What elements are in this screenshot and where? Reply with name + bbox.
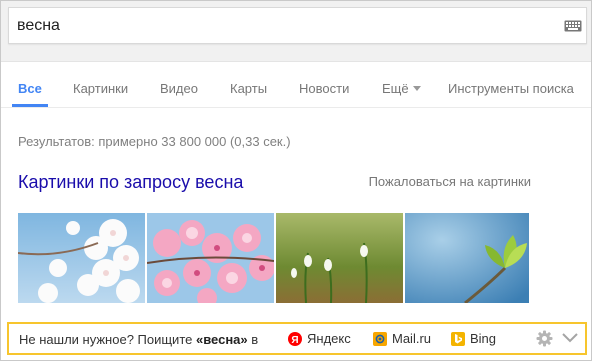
images-heading-link[interactable]: Картинки по запросу весна: [18, 172, 243, 193]
caret-down-icon: [412, 86, 421, 91]
yandex-label: Яндекс: [307, 331, 351, 346]
prompt-prefix: Не нашли нужное? Поищите: [19, 332, 196, 347]
image-thumbnail[interactable]: [147, 213, 274, 303]
search-yandex-link[interactable]: Я Яндекс: [288, 331, 351, 346]
image-thumbnail[interactable]: [18, 213, 145, 303]
prompt-suffix: в: [247, 332, 259, 347]
tab-all[interactable]: Все: [18, 81, 42, 96]
browser-frame: Все Картинки Видео Карты Новости Ещё Инс…: [0, 0, 592, 361]
tab-more-label: Ещё: [382, 81, 409, 96]
chevron-down-icon[interactable]: [562, 332, 578, 344]
search-bing-link[interactable]: Bing: [451, 331, 496, 346]
search-header: [1, 1, 591, 62]
mailru-label: Mail.ru: [392, 331, 432, 346]
alternative-search-bar: Не нашли нужное? Поищите «весна» в Я Янде…: [7, 322, 587, 355]
tab-search-tools[interactable]: Инструменты поиска: [448, 81, 574, 96]
tab-video[interactable]: Видео: [160, 81, 198, 96]
search-mailru-link[interactable]: Mail.ru: [373, 331, 431, 346]
yandex-logo-icon: Я: [288, 332, 302, 346]
keyboard-icon[interactable]: [564, 20, 582, 32]
bing-label: Bing: [470, 331, 497, 346]
report-images-link[interactable]: Пожаловаться на картинки: [369, 174, 531, 189]
results-count: Результатов: примерно 33 800 000 (0,33 с…: [18, 134, 291, 149]
active-tab-indicator: [12, 104, 48, 107]
image-thumbnail[interactable]: [276, 213, 403, 303]
image-thumbnail[interactable]: [405, 213, 529, 303]
search-box[interactable]: [8, 7, 587, 44]
tab-images[interactable]: Картинки: [73, 81, 128, 96]
mailru-logo-icon: [373, 332, 387, 346]
alternative-search-prompt: Не нашли нужное? Поищите «весна» в: [19, 332, 258, 347]
tab-more[interactable]: Ещё: [382, 81, 421, 96]
search-input[interactable]: [17, 15, 537, 37]
tab-maps[interactable]: Карты: [230, 81, 267, 96]
bing-logo-icon: [451, 332, 465, 346]
tab-news[interactable]: Новости: [299, 81, 349, 96]
search-tabs: Все Картинки Видео Карты Новости Ещё Инс…: [1, 62, 591, 108]
gear-icon[interactable]: [536, 330, 553, 347]
prompt-query: «весна»: [195, 332, 248, 347]
svg-text:Я: Я: [291, 335, 298, 346]
